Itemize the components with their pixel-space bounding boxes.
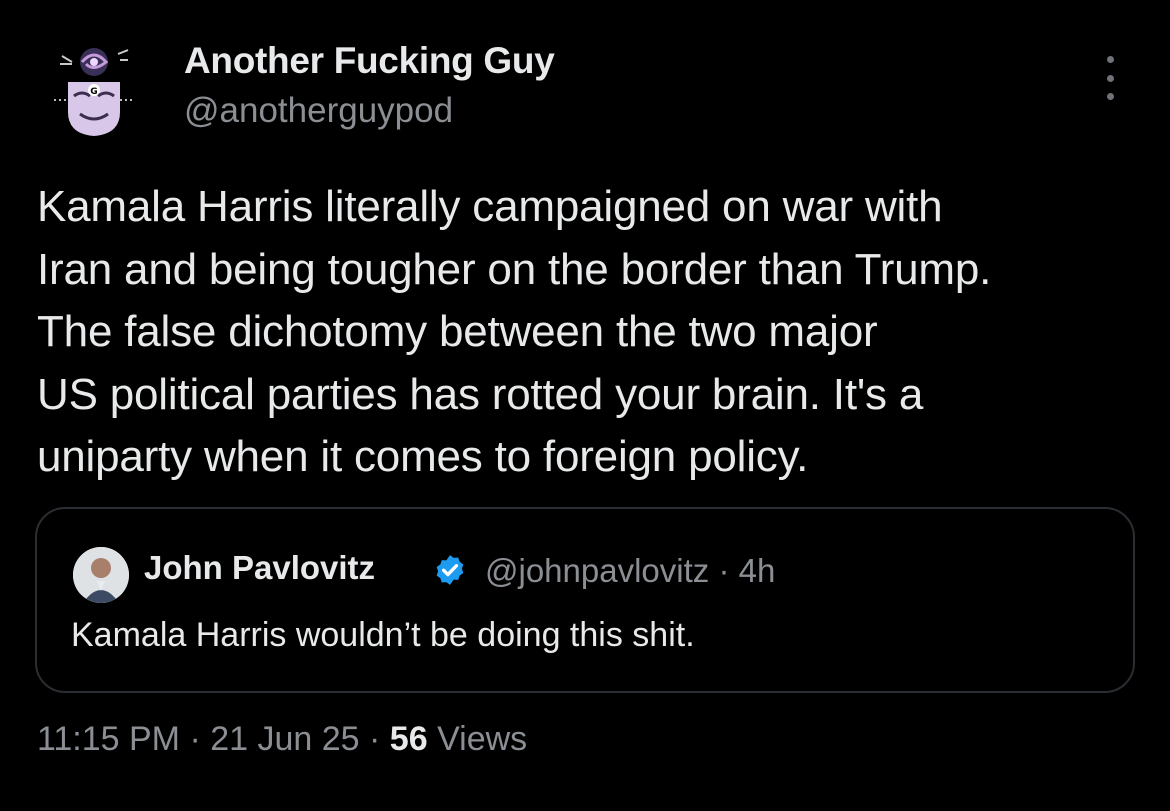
author-display-name[interactable]: Another Fucking Guy xyxy=(184,40,555,82)
views-count: 56 xyxy=(389,720,428,758)
verified-badge-icon xyxy=(436,555,464,585)
svg-text:G: G xyxy=(90,87,97,97)
more-options-button[interactable] xyxy=(1094,56,1126,100)
masked-figure-avatar-icon: G xyxy=(54,48,134,136)
quote-author-avatar[interactable] xyxy=(73,547,129,603)
author-avatar[interactable]: G xyxy=(48,40,140,136)
tweet: G Another Fucking Guy @anotherguypod Kam… xyxy=(0,0,1170,811)
quote-author-handle-time: @johnpavlovitz · 4h xyxy=(485,552,776,589)
quoted-tweet-card[interactable]: John Pavlovitz @johnpavlovitz · 4h Kamal… xyxy=(35,507,1135,693)
more-vertical-icon xyxy=(1106,56,1114,63)
tweet-timestamp[interactable]: 11:15 PM · 21 Jun 25 · xyxy=(37,720,390,758)
quote-text: Kamala Harris wouldn’t be doing this shi… xyxy=(71,616,695,654)
person-photo-icon xyxy=(73,547,129,603)
tweet-text: Kamala Harris literally campaigned on wa… xyxy=(37,182,992,481)
tweet-meta: 11:15 PM · 21 Jun 25 · 56 Views xyxy=(37,720,527,759)
views-label: Views xyxy=(427,720,528,758)
author-handle[interactable]: @anotherguypod xyxy=(184,91,453,131)
quote-author-name[interactable]: John Pavlovitz xyxy=(144,549,375,587)
